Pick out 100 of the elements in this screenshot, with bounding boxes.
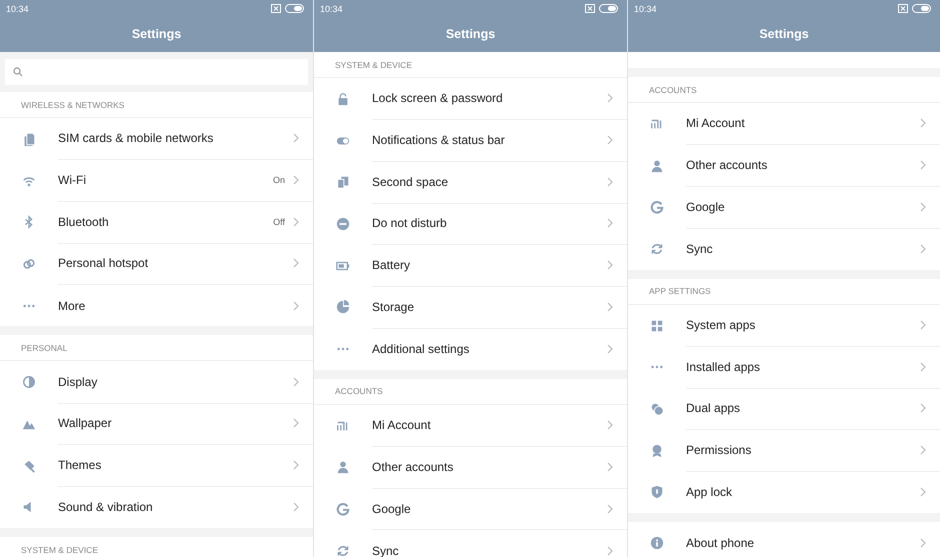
settings-row[interactable]: Other accounts [314, 446, 627, 488]
settings-row[interactable]: Storage [314, 286, 627, 328]
row-label: SIM cards & mobile networks [58, 131, 214, 146]
row-label: Themes [58, 458, 102, 472]
section-header: SYSTEM & DEVICE [314, 52, 627, 78]
g-letter-icon [336, 502, 350, 516]
person-icon [336, 460, 350, 474]
row-label: Storage [372, 300, 416, 314]
chevron-icon [607, 93, 613, 104]
row-label: Additional settings [372, 342, 470, 356]
row-label: Dual apps [686, 401, 742, 416]
settings-row[interactable]: App lock [628, 472, 940, 514]
chevron-icon [920, 445, 926, 456]
chevron-icon [920, 244, 926, 254]
chevron-icon [607, 176, 613, 187]
settings-row[interactable]: Battery [314, 244, 627, 286]
status-time: 10:34 [6, 4, 29, 14]
chevron-icon [607, 302, 613, 312]
settings-row[interactable]: Sync [314, 530, 627, 557]
row-label: More [58, 298, 86, 313]
settings-row[interactable]: Installed apps [628, 346, 940, 388]
settings-row[interactable]: SIM cards & mobile networks [0, 118, 313, 160]
list-row[interactable] [628, 52, 940, 68]
chevron-icon [607, 135, 613, 146]
settings-row[interactable]: Themes [0, 444, 313, 486]
chevron-icon [293, 133, 299, 144]
row-label: Sound & vibration [58, 500, 154, 514]
settings-row[interactable]: Second space [314, 161, 627, 204]
chevron-icon [920, 362, 926, 372]
settings-row[interactable]: Personal hotspot [0, 243, 313, 285]
row-label: App lock [686, 485, 734, 500]
row-label: Bluetooth [58, 214, 110, 229]
settings-row[interactable]: About phone [628, 522, 940, 557]
row-label: Google [686, 200, 726, 214]
screen-title: Settings [758, 27, 810, 41]
row-label: Second space [372, 174, 450, 189]
row-label: Mi Account [372, 418, 432, 432]
half-circle-icon [22, 375, 36, 390]
status-time: 10:34 [634, 4, 657, 14]
lock-icon [336, 92, 350, 106]
chevron-icon [293, 300, 299, 311]
link-icon [22, 256, 36, 271]
settings-row[interactable]: Mi Account [628, 103, 940, 145]
settings-row[interactable]: Dual apps [628, 388, 940, 430]
sim-cards-icon [22, 132, 36, 146]
status-time: 10:34 [320, 4, 343, 14]
settings-row[interactable]: System apps [628, 304, 940, 346]
settings-row[interactable]: Google [314, 488, 627, 530]
two-circles-icon [650, 402, 664, 416]
chevron-icon [293, 460, 299, 470]
chevron-icon [920, 160, 926, 170]
settings-row[interactable]: Wallpaper [0, 403, 313, 445]
row-label: Sync [372, 544, 400, 557]
screen-title: Settings [444, 27, 496, 41]
settings-row[interactable]: Mi Account [314, 404, 627, 446]
chevron-icon [607, 218, 613, 228]
minus-circle-icon [336, 216, 350, 231]
chevron-icon [293, 175, 299, 186]
chevron-icon [607, 462, 613, 472]
settings-row[interactable]: Additional settings [314, 328, 627, 370]
settings-row[interactable]: Lock screen & password [314, 78, 627, 120]
row-label: Display [58, 374, 98, 389]
settings-row[interactable]: Display [0, 361, 313, 404]
brush-icon [22, 458, 36, 473]
search-icon [13, 67, 23, 77]
sync-icon [336, 544, 350, 557]
row-label: Installed apps [686, 360, 762, 374]
section-header: ACCOUNTS [314, 378, 627, 405]
settings-row[interactable]: Do not disturb [314, 203, 627, 245]
search-field[interactable] [5, 59, 308, 85]
row-label: About phone [686, 536, 756, 550]
settings-row[interactable]: Notifications & status bar [314, 120, 627, 162]
settings-row[interactable]: Bluetooth Off [0, 201, 313, 244]
row-label: Sync [686, 242, 714, 256]
chevron-icon [920, 538, 926, 548]
row-label: Other accounts [686, 158, 768, 172]
row-value: On [272, 175, 285, 186]
chevron-icon [920, 118, 926, 128]
chevron-icon [607, 260, 613, 270]
grid-icon [650, 318, 664, 333]
row-label: Wallpaper [58, 416, 113, 430]
settings-row[interactable]: Google [628, 186, 940, 228]
stacked-screens-icon [336, 175, 350, 190]
settings-row[interactable]: Other accounts [628, 144, 940, 186]
settings-row[interactable]: More [0, 284, 313, 326]
settings-row[interactable]: Wi-Fi On [0, 160, 313, 202]
chevron-icon [607, 546, 613, 556]
chevron-icon [293, 258, 299, 268]
row-label: Other accounts [372, 460, 454, 474]
medal-icon [650, 444, 664, 458]
chevron-icon [293, 418, 299, 428]
chevron-icon [920, 320, 926, 330]
sync-icon [650, 242, 664, 256]
settings-row[interactable]: Sync [628, 228, 940, 270]
pie-icon [336, 300, 350, 314]
settings-row[interactable]: Permissions [628, 430, 940, 472]
chevron-icon [607, 420, 613, 430]
settings-row[interactable]: Sound & vibration [0, 486, 313, 528]
chevron-icon [293, 216, 299, 227]
row-label: Wi-Fi [58, 173, 87, 188]
